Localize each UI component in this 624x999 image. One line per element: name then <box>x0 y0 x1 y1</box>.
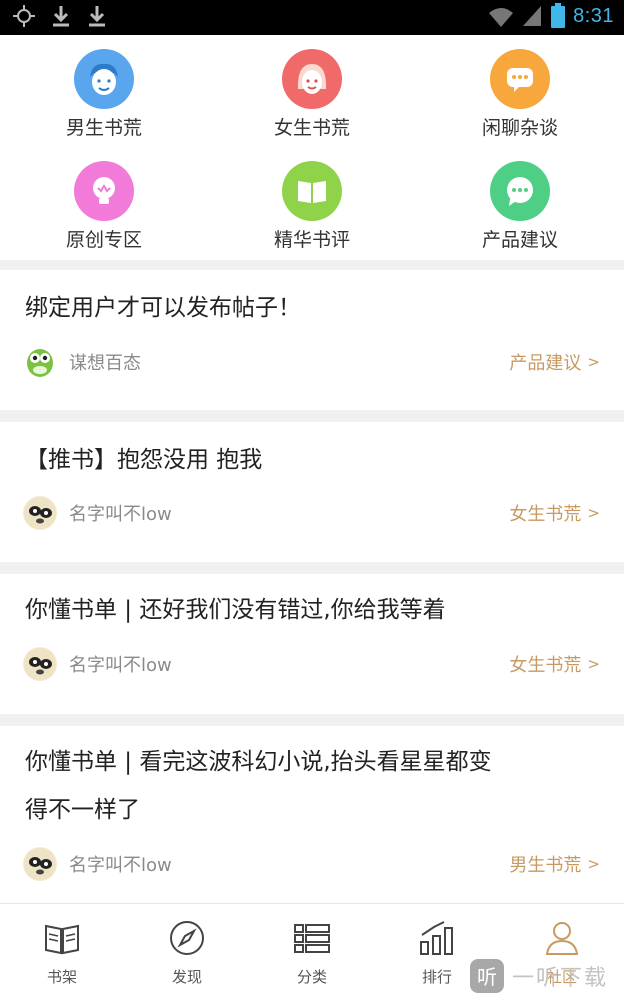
section-divider <box>0 562 624 574</box>
category-label: 产品建议 <box>481 229 558 251</box>
section-divider <box>0 714 624 726</box>
chevron-right-icon: > <box>587 655 600 673</box>
post-category-link[interactable]: 女生书荒 > <box>509 500 600 526</box>
category-label: 闲聊杂谈 <box>481 117 558 139</box>
nav-category[interactable]: 分类 <box>250 918 374 987</box>
post-meta: 谋想百态 产品建议 > <box>23 344 600 380</box>
post-category-label: 产品建议 <box>509 353 582 374</box>
post-author[interactable]: 谋想百态 <box>69 349 509 375</box>
category-label: 精华书评 <box>273 229 350 251</box>
battery-icon <box>551 3 566 28</box>
post-title[interactable]: 绑定用户才可以发布帖子！ <box>25 284 584 332</box>
post-card[interactable]: 你懂书单 | 看完这波科幻小说,抬头看星星都变 得不一样了 名字叫不low 男生… <box>0 726 624 903</box>
nav-bookshelf[interactable]: 书架 <box>0 918 124 987</box>
chevron-right-icon: > <box>587 504 600 522</box>
nav-discover[interactable]: 发现 <box>125 918 249 987</box>
status-time: 8:31 <box>573 4 614 27</box>
message-icon <box>490 161 550 221</box>
post-title[interactable]: 【推书】抱怨没用 抱我 <box>25 436 584 484</box>
panda-avatar <box>24 497 56 529</box>
category-original[interactable]: 原创专区 <box>0 147 208 259</box>
post-card[interactable]: 【推书】抱怨没用 抱我 名字叫不low 女生书荒 > <box>0 422 624 562</box>
open-book-icon <box>282 161 342 221</box>
download-icon <box>53 6 69 27</box>
post-author[interactable]: 名字叫不low <box>69 500 509 526</box>
status-notifications <box>12 4 108 28</box>
status-system: 8:31 <box>487 3 614 29</box>
post-title-line: 你懂书单 | 看完这波科幻小说,抬头看星星都变 <box>25 749 492 775</box>
watermark: 听 一听下载 <box>470 952 624 999</box>
post-card[interactable]: 绑定用户才可以发布帖子！ 谋想百态 产品建议 > <box>0 270 624 410</box>
post-card[interactable]: 你懂书单 | 还好我们没有错过,你给我等着 名字叫不low 女生书荒 > <box>0 574 624 714</box>
post-meta: 名字叫不low 男生书荒 > <box>23 846 600 882</box>
compass-icon <box>170 921 204 955</box>
post-meta: 名字叫不low 女生书荒 > <box>23 646 600 682</box>
avatar[interactable] <box>23 647 57 681</box>
category-label: 原创专区 <box>65 229 142 251</box>
location-icon <box>13 5 35 27</box>
section-divider <box>0 260 624 270</box>
status-bar: 8:31 <box>0 0 624 35</box>
panda-avatar <box>24 848 56 880</box>
post-category-link[interactable]: 产品建议 > <box>509 349 600 375</box>
post-author[interactable]: 名字叫不low <box>69 851 509 877</box>
chevron-right-icon: > <box>587 855 600 873</box>
list-icon <box>294 924 330 953</box>
post-category-label: 男生书荒 <box>509 855 582 876</box>
wifi-icon <box>489 8 514 27</box>
category-girls-book[interactable]: 女生书荒 <box>208 35 416 147</box>
download-icon <box>89 6 105 27</box>
post-title-line: 得不一样了 <box>25 797 140 823</box>
category-suggestion[interactable]: 产品建议 <box>416 147 624 259</box>
nav-label: 发现 <box>171 968 202 986</box>
post-meta: 名字叫不low 女生书荒 > <box>23 495 600 531</box>
category-boys-book[interactable]: 男生书荒 <box>0 35 208 147</box>
nav-label: 书架 <box>46 968 77 986</box>
post-title[interactable]: 你懂书单 | 看完这波科幻小说,抬头看星星都变 得不一样了 <box>25 738 600 834</box>
category-chat[interactable]: 闲聊杂谈 <box>416 35 624 147</box>
ranking-icon <box>420 921 453 955</box>
category-grid: 男生书荒 女生书荒 闲聊杂谈 原创专区 精华书评 产品建议 <box>0 35 624 260</box>
girl-face-icon <box>282 49 342 109</box>
post-category-label: 女生书荒 <box>509 504 582 525</box>
section-divider <box>0 410 624 422</box>
post-category-link[interactable]: 女生书荒 > <box>509 651 600 677</box>
signal-icon <box>523 6 542 26</box>
green-mascot-avatar <box>27 349 53 377</box>
chat-bubble-icon <box>490 49 550 109</box>
category-review[interactable]: 精华书评 <box>208 147 416 259</box>
avatar[interactable] <box>23 345 57 379</box>
avatar[interactable] <box>23 496 57 530</box>
post-category-label: 女生书荒 <box>509 655 582 676</box>
watermark-text: 一听下载 <box>512 965 609 991</box>
boy-face-icon <box>74 49 134 109</box>
post-category-link[interactable]: 男生书荒 > <box>509 851 600 877</box>
watermark-logo: 听 <box>470 958 504 993</box>
nav-label: 分类 <box>296 968 327 986</box>
category-label: 女生书荒 <box>273 117 350 139</box>
avatar[interactable] <box>23 847 57 881</box>
panda-avatar <box>24 648 56 680</box>
bookshelf-icon <box>45 924 79 955</box>
chevron-right-icon: > <box>587 353 600 371</box>
post-title[interactable]: 你懂书单 | 还好我们没有错过,你给我等着 <box>25 586 600 634</box>
lightbulb-icon <box>74 161 134 221</box>
category-label: 男生书荒 <box>65 117 142 139</box>
post-author[interactable]: 名字叫不low <box>69 651 509 677</box>
